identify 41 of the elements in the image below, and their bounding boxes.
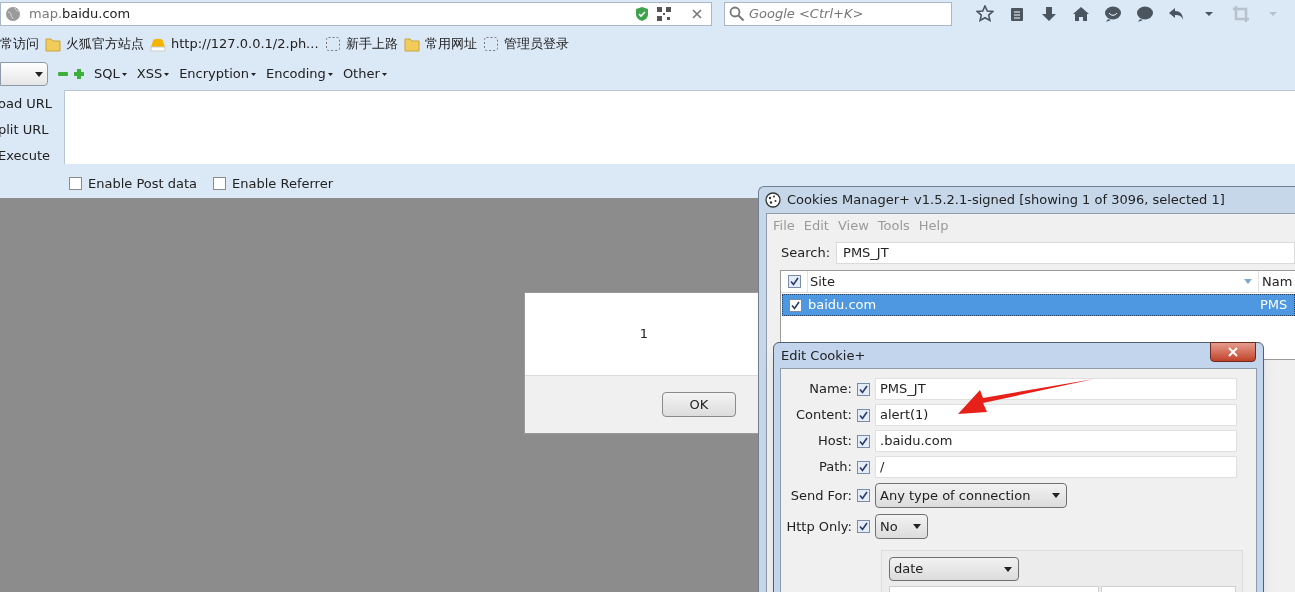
menu-button[interactable]: SQL <box>94 64 127 84</box>
text-field[interactable]: .baidu.com <box>875 430 1237 452</box>
dropdown[interactable]: date <box>889 557 1019 581</box>
field-label: Send For: <box>790 486 852 505</box>
field-label: Content: <box>795 406 852 425</box>
table-cell-text: baidu.com <box>807 296 878 315</box>
checkbox-label: Enable Post data <box>88 174 198 193</box>
field-label: Path: <box>819 458 852 477</box>
checkbox-label: Enable Referrer <box>232 174 333 193</box>
field-label: Name: <box>809 380 852 399</box>
column-header[interactable]: Nam <box>1259 271 1295 292</box>
action-button[interactable]: plit URL <box>0 117 64 143</box>
ok-button[interactable]: OK <box>662 392 736 417</box>
search-label: Search: <box>781 244 831 263</box>
bookmark[interactable]: 管理员登录 <box>482 34 569 54</box>
search-field[interactable]: PMS_JT <box>836 242 1295 264</box>
alert-message: 1 <box>639 325 649 344</box>
bookmark[interactable]: 火狐官方站点 <box>45 34 144 54</box>
table-cell-text: PMS <box>1259 296 1289 315</box>
menu-button[interactable]: Encoding <box>265 64 333 84</box>
text-field[interactable]: alert(1) <box>875 404 1237 426</box>
bookmark[interactable]: 常用网址 <box>403 34 477 54</box>
url-text: map.baidu.com <box>29 4 132 23</box>
address-bar[interactable]: map.baidu.com <box>0 1 712 26</box>
dialog-title: Edit Cookie+ <box>781 346 866 365</box>
menu-button[interactable]: XSS <box>136 64 170 84</box>
menu-button[interactable]: Encryption <box>179 64 256 84</box>
text-field[interactable]: PMS_JT <box>875 378 1237 400</box>
bookmark[interactable]: http://127.0.0.1/2.ph... <box>150 34 319 54</box>
dropdown[interactable]: No <box>875 514 928 539</box>
field-label: Host: <box>818 432 852 451</box>
column-header[interactable]: Site <box>807 271 1259 292</box>
text-field[interactable]: / <box>875 456 1237 478</box>
field-label: Http Only: <box>786 517 852 536</box>
dropdown[interactable]: Any type of connection <box>875 483 1067 508</box>
search-field[interactable]: Google <Ctrl+K> <box>724 1 952 26</box>
bookmark[interactable]: 新手上路 <box>324 34 398 54</box>
bookmark[interactable]: 常访问 <box>0 34 39 54</box>
window-title: Cookies Manager+ v1.5.2.1-signed [showing 1 of 3096, selected 1] <box>787 191 1225 210</box>
menu-button[interactable]: Other <box>342 64 387 84</box>
action-button[interactable]: Execute <box>0 143 64 169</box>
